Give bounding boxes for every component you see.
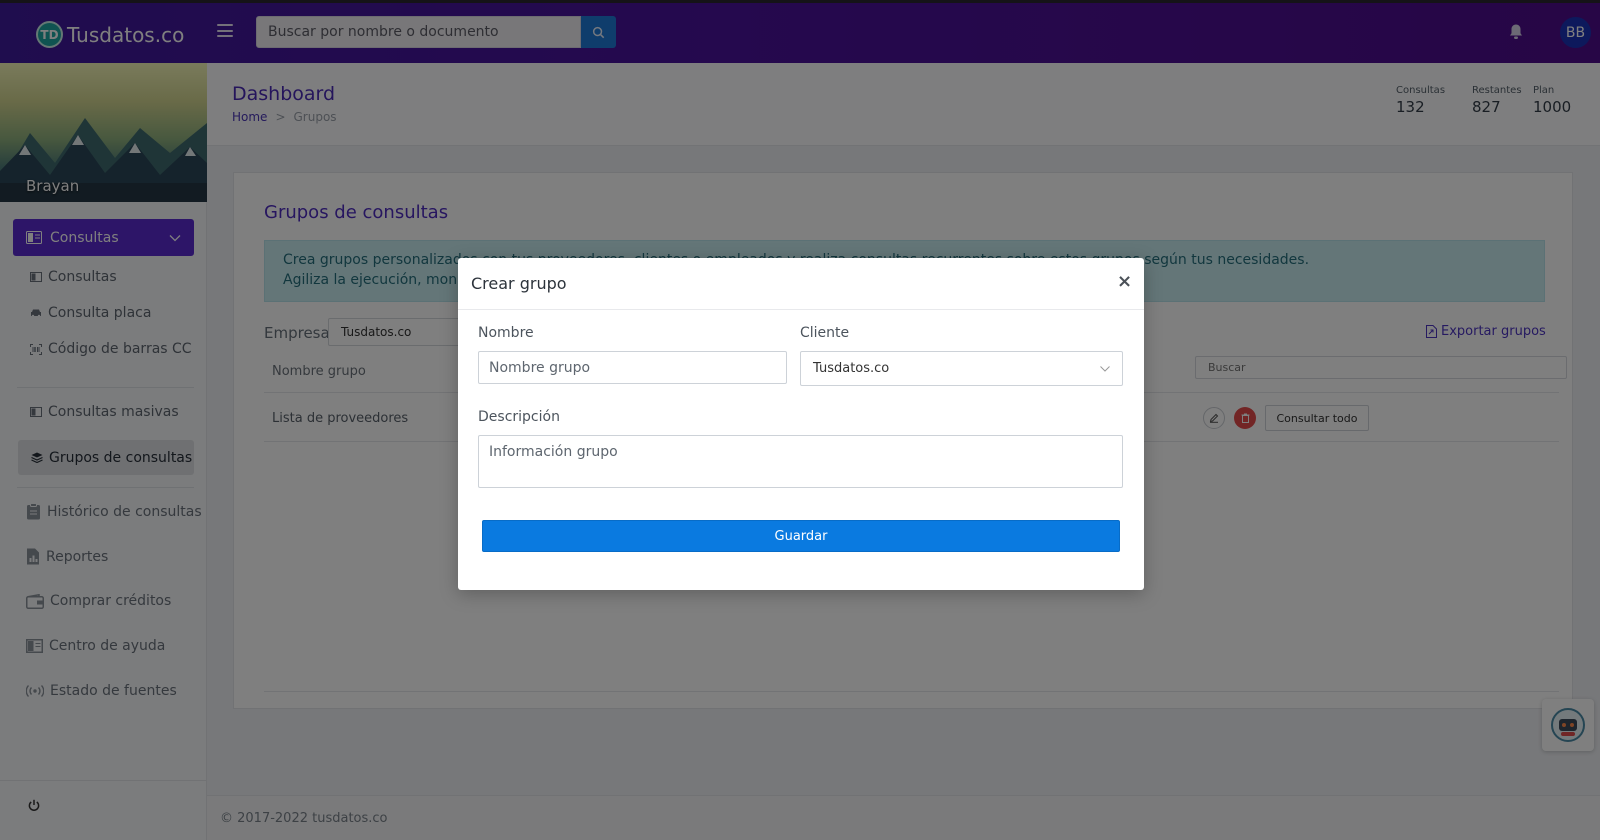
close-icon[interactable]: × (1117, 271, 1132, 292)
descripcion-label: Descripción (478, 409, 560, 425)
save-button[interactable]: Guardar (482, 520, 1120, 552)
modal-title: Crear grupo (471, 274, 567, 293)
modal-header: Crear grupo × (458, 258, 1144, 310)
cliente-selected-value: Tusdatos.co (813, 361, 890, 376)
cliente-label: Cliente (800, 325, 850, 341)
create-group-modal: Crear grupo × Nombre Cliente Tusdatos.co… (458, 258, 1144, 590)
descripcion-textarea[interactable] (478, 435, 1123, 488)
nombre-label: Nombre (478, 325, 534, 341)
cliente-select[interactable]: Tusdatos.co (800, 351, 1123, 386)
nombre-input[interactable] (478, 351, 787, 384)
chevron-down-icon (1100, 365, 1110, 372)
